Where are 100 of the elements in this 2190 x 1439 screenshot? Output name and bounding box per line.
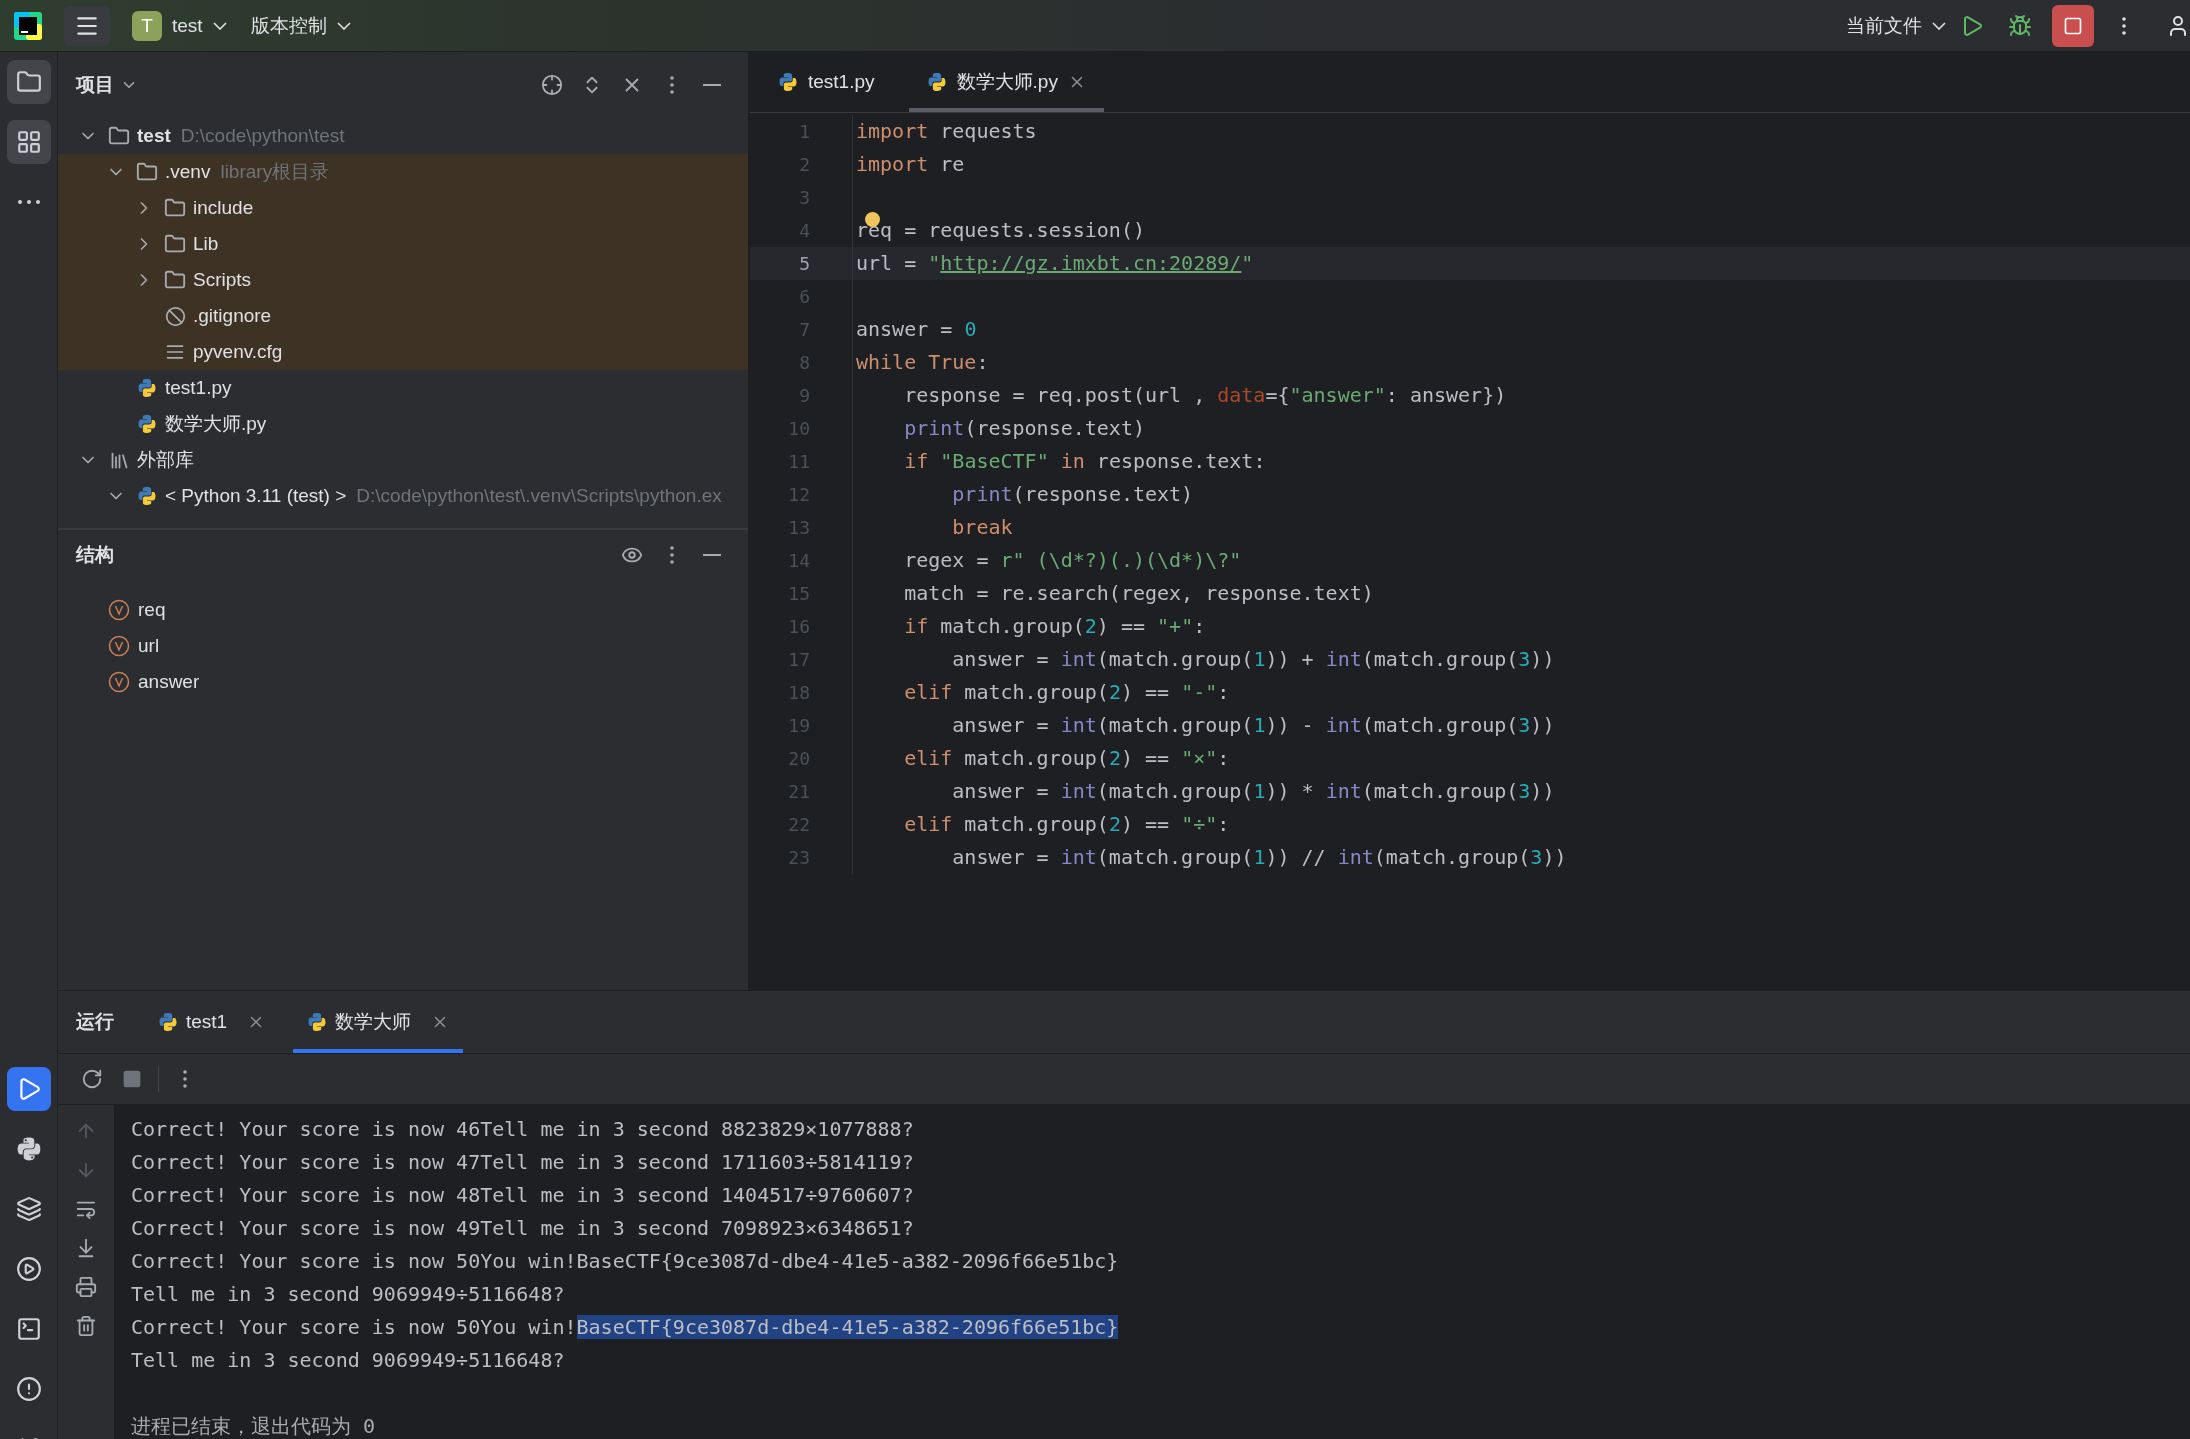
code-line: answer = int(match.group(1)) - int(match.group(3)) — [951, 712, 1556, 739]
more-icon — [183, 1070, 187, 1088]
tree-item[interactable]: < Python 3.11 (test) > D:\code\python\test\.venv\Scripts\python.ex — [58, 478, 748, 514]
locate-icon — [541, 74, 563, 96]
play-circle-icon — [15, 1256, 42, 1282]
tree-item[interactable]: 数学大师.py — [58, 406, 748, 442]
code-line: break — [951, 514, 1014, 541]
code-line: answer = int(match.group(1)) // int(match.group(3)) — [951, 844, 1568, 871]
ban-icon — [164, 305, 186, 327]
print-icon — [75, 1276, 97, 1298]
folder-icon — [164, 233, 186, 255]
tree-item[interactable]: include — [58, 190, 748, 226]
code-line: print(response.text) — [951, 481, 1195, 508]
rerun-icon — [81, 1068, 103, 1090]
tree-item[interactable]: 外部库 — [58, 442, 748, 478]
console-line: Correct! Your score is now 47Tell me in 3 second 1711603÷5814119? — [131, 1149, 915, 1176]
code-line: elif match.group(2) == "÷": — [903, 811, 1231, 838]
python-icon — [137, 486, 157, 506]
more-icon — [670, 76, 674, 94]
console-line: Tell me in 3 second 9069949÷5116648? — [131, 1347, 566, 1374]
folder-icon — [108, 125, 130, 147]
code-line: answer = 0 — [855, 316, 978, 343]
python-icon — [778, 72, 798, 92]
code-line: while True: — [855, 349, 990, 376]
code-line: match = re.search(regex, response.text) — [903, 580, 1375, 607]
editor-tab[interactable]: test1.py — [760, 52, 893, 112]
tree-item[interactable]: .venv library根目录 — [58, 154, 748, 190]
panel-title: 结构 — [76, 543, 114, 567]
code-line: import requests — [855, 118, 1038, 145]
python-icon — [926, 72, 947, 92]
stop-icon — [2063, 15, 2083, 36]
console-line: Correct! Your score is now 49Tell me in 3 second 7098923×6348651? — [131, 1215, 915, 1242]
run-tab[interactable]: test1 — [144, 991, 280, 1053]
code-line: if match.group(2) == "+": — [903, 613, 1207, 640]
stop-button[interactable] — [2052, 4, 2094, 47]
tree-item[interactable]: test1.py — [58, 370, 748, 406]
tree-item[interactable]: test D:\code\python\test — [58, 118, 748, 154]
layers-icon — [15, 1196, 42, 1222]
more-icon — [17, 200, 40, 204]
code-line: response = req.post(url , data={"answer": answer}) — [903, 382, 1508, 409]
chevron-down-icon — [1932, 21, 1946, 30]
grid-icon — [15, 129, 42, 155]
variable-icon — [108, 599, 130, 621]
minimize-icon — [703, 84, 721, 86]
grid-button[interactable] — [6, 120, 51, 164]
editor-tab[interactable]: 数学大师.py — [908, 52, 1104, 112]
console-line: Tell me in 3 second 9069949÷5116648? — [131, 1281, 566, 1308]
project-selector[interactable]: T test — [124, 6, 235, 45]
variable-icon — [108, 635, 130, 657]
code-line: import re — [855, 151, 966, 178]
folder-icon — [136, 161, 158, 183]
run-config-selector[interactable]: 当前文件 — [1838, 8, 1954, 43]
console-line: Correct! Your score is now 50You win!BaseCTF{9ce3087d-dbe4-41e5-a382-2096f66e51bc} — [131, 1248, 1120, 1275]
panel-title: 项目 — [76, 73, 114, 97]
structure-item[interactable]: url — [58, 628, 748, 664]
code-line: elif match.group(2) == "-": — [903, 679, 1231, 706]
python-icon — [137, 378, 157, 398]
code-line: if "BaseCTF" in response.text: — [903, 448, 1267, 475]
code-line: answer = int(match.group(1)) + int(match.group(3)) — [951, 646, 1556, 673]
python-icon — [158, 1012, 178, 1032]
tree-item[interactable]: pyvenv.cfg — [58, 334, 748, 370]
python-icon — [15, 1136, 42, 1162]
tree-item[interactable]: Lib — [58, 226, 748, 262]
panel-title: 运行 — [76, 1010, 114, 1034]
more-icon — [670, 546, 674, 564]
trash-icon — [75, 1315, 97, 1337]
line-number: 5 — [750, 247, 853, 280]
code-line: elif match.group(2) == "×": — [903, 745, 1231, 772]
text-file-icon — [165, 342, 185, 362]
debug-icon — [2008, 13, 2032, 38]
console-line: Correct! Your score is now 50You win!BaseCTF{9ce3087d-dbe4-41e5-a382-2096f66e51bc} — [131, 1314, 1120, 1341]
folder-icon — [164, 197, 186, 219]
code-line: req = requests.session() — [853, 214, 2190, 247]
more-icon — [2122, 16, 2126, 35]
terminal-icon — [15, 1316, 42, 1342]
python-icon — [137, 414, 157, 434]
console-line: Correct! Your score is now 46Tell me in 3 second 8823829×1077888? — [131, 1116, 915, 1143]
alert-icon — [15, 1376, 42, 1402]
console-line: 进程已结束，退出代码为 0 — [131, 1413, 377, 1439]
run-button[interactable] — [6, 1067, 51, 1111]
chevron-down-icon — [212, 21, 227, 30]
run-tab[interactable]: 数学大师 — [293, 991, 464, 1053]
structure-item[interactable]: answer — [58, 664, 748, 700]
stop-icon — [122, 1069, 142, 1089]
code-line: answer = int(match.group(1)) * int(match.group(3)) — [951, 778, 1556, 805]
menu-button[interactable] — [64, 5, 110, 46]
code-line: regex = r" (\d*?)(.)(\d*)\?" — [903, 547, 1243, 574]
structure-item[interactable]: req — [58, 592, 748, 628]
chevron-down-icon — [336, 21, 351, 30]
folder-button[interactable] — [6, 60, 51, 104]
tree-item[interactable]: Scripts — [58, 262, 748, 298]
folder-icon — [164, 269, 186, 291]
variable-icon — [108, 671, 130, 693]
folder-icon — [15, 69, 42, 95]
vcs-menu[interactable]: 版本控制 — [242, 8, 359, 43]
python-icon — [307, 1012, 328, 1032]
minimize-icon — [703, 554, 721, 556]
console-line: Correct! Your score is now 48Tell me in 3 second 1404517÷9760607? — [131, 1182, 915, 1209]
code-line: print(response.text) — [903, 415, 1146, 442]
tree-item[interactable]: .gitignore — [58, 298, 748, 334]
